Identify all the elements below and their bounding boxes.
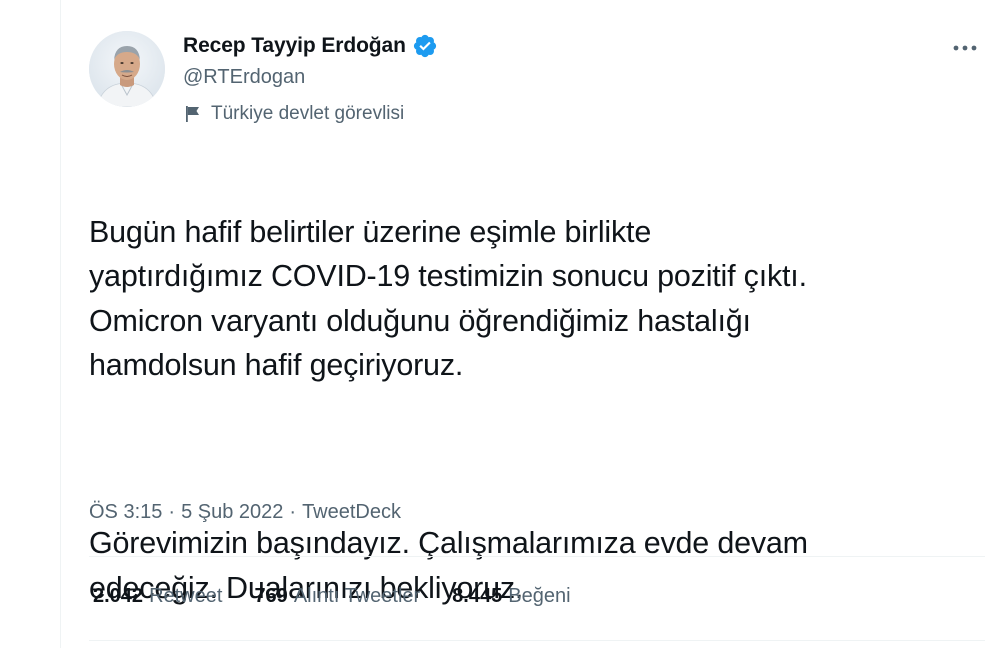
- likes-count: 8.445: [452, 585, 503, 607]
- author-name-row: Recep Tayyip Erdoğan: [183, 33, 438, 59]
- more-options-button[interactable]: [950, 36, 980, 60]
- government-label: Türkiye devlet görevlisi: [183, 103, 404, 125]
- tweet-date[interactable]: 5 Şub 2022: [181, 501, 283, 524]
- author-handle[interactable]: @RTErdogan: [183, 66, 305, 89]
- more-icon: [953, 45, 977, 51]
- divider: [89, 556, 985, 557]
- meta-separator: ·: [289, 501, 297, 523]
- author-display-name[interactable]: Recep Tayyip Erdoğan: [183, 34, 406, 58]
- retweets-stat[interactable]: 2.042 Retweet: [93, 585, 222, 608]
- tweet-card: Recep Tayyip Erdoğan @RTErdogan Türkiye …: [60, 0, 1000, 648]
- likes-stat[interactable]: 8.445 Beğeni: [452, 585, 570, 608]
- divider: [89, 640, 985, 641]
- tweet-text: Bugün hafif belirtiler üzerine eşimle bi…: [89, 165, 969, 655]
- tweet-time[interactable]: ÖS 3:15: [89, 501, 162, 524]
- government-label-text: Türkiye devlet görevlisi: [211, 103, 405, 124]
- meta-separator: ·: [168, 501, 176, 523]
- quotes-label: Alıntı Tweetler: [293, 585, 421, 607]
- avatar[interactable]: [89, 31, 165, 107]
- avatar-image: [89, 31, 165, 107]
- quotes-stat[interactable]: 769 Alıntı Tweetler: [254, 585, 420, 608]
- quotes-count: 769: [254, 585, 288, 607]
- verified-badge-icon: [412, 33, 438, 59]
- tweet-paragraph-1: Bugün hafif belirtiler üzerine eşimle bi…: [89, 214, 807, 383]
- likes-label: Beğeni: [508, 585, 571, 607]
- tweet-stats: 2.042 Retweet 769 Alıntı Tweetler 8.445 …: [93, 585, 571, 608]
- flag-icon: [183, 104, 203, 124]
- tweet-source[interactable]: TweetDeck: [302, 501, 401, 524]
- retweets-label: Retweet: [149, 585, 223, 607]
- tweet-meta: ÖS 3:15 · 5 Şub 2022 · TweetDeck: [89, 501, 401, 524]
- retweets-count: 2.042: [93, 585, 144, 607]
